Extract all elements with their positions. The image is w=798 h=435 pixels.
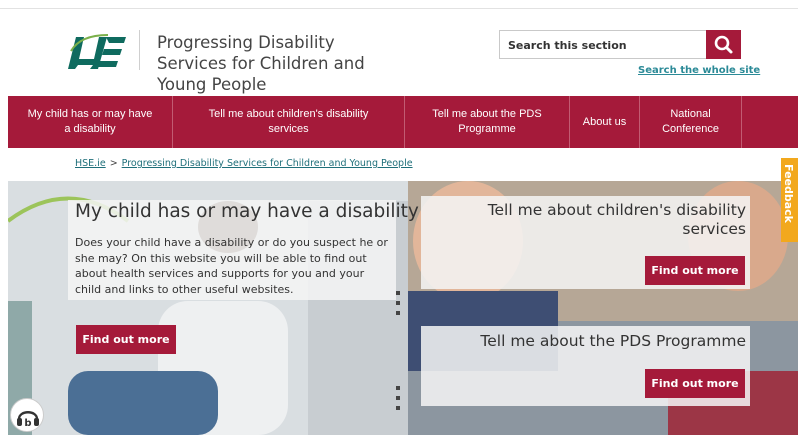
hse-logo[interactable] xyxy=(68,31,128,73)
nav-item-national-conference[interactable]: National Conference xyxy=(639,96,741,148)
find-out-more-button[interactable]: Find out more xyxy=(76,325,176,354)
find-out-more-button[interactable]: Find out more xyxy=(645,256,745,285)
svg-text:b: b xyxy=(24,418,31,429)
search-input[interactable]: Search this section xyxy=(499,30,706,59)
carousel-dots[interactable] xyxy=(396,386,400,416)
nav-item-childrens-services[interactable]: Tell me about children's disability serv… xyxy=(172,96,404,148)
top-divider xyxy=(0,8,798,9)
logo-divider xyxy=(139,30,140,70)
carousel-dots[interactable] xyxy=(396,291,400,321)
search-whole-site-link[interactable]: Search the whole site xyxy=(638,65,760,76)
hero-right-top-title[interactable]: Tell me about children's disability serv… xyxy=(470,201,746,239)
find-out-more-button[interactable]: Find out more xyxy=(645,369,745,398)
nav-item-my-child[interactable]: My child has or may have a disability xyxy=(8,96,172,148)
feedback-label: Feedback xyxy=(782,164,795,223)
site-title[interactable]: Progressing Disability Services for Chil… xyxy=(157,32,387,95)
nav-item-spacer xyxy=(741,96,798,148)
hero-left-body: Does your child have a disability or do … xyxy=(75,236,388,296)
breadcrumb-separator: > xyxy=(109,158,118,169)
hero-left-title[interactable]: My child has or may have a disability xyxy=(75,201,419,222)
main-nav: My child has or may have a disability Te… xyxy=(8,96,798,148)
nav-item-pds-programme[interactable]: Tell me about the PDS Programme xyxy=(404,96,569,148)
nav-item-about-us[interactable]: About us xyxy=(569,96,639,148)
headphones-icon[interactable]: b xyxy=(10,398,44,432)
breadcrumb: HSE.ie > Progressing Disability Services f… xyxy=(75,158,413,169)
search-button[interactable] xyxy=(706,30,741,59)
breadcrumb-home-link[interactable]: HSE.ie xyxy=(75,158,106,169)
search-icon xyxy=(714,35,733,54)
feedback-tab[interactable]: Feedback xyxy=(781,158,798,242)
breadcrumb-current-link[interactable]: Progressing Disability Services for Chil… xyxy=(122,158,413,169)
hero-right-bottom-title[interactable]: Tell me about the PDS Programme xyxy=(430,332,746,350)
